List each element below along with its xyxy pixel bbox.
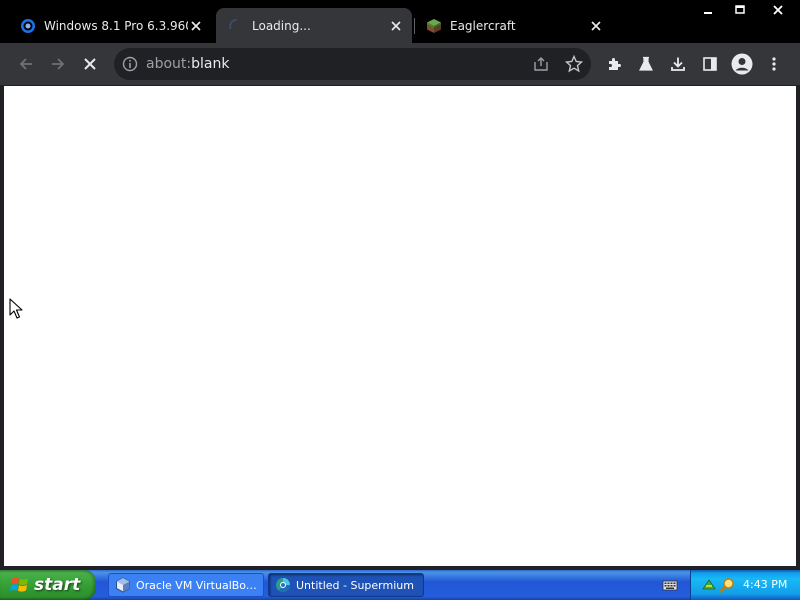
tab-strip: Windows 8.1 Pro 6.3.9600 Loading... Eagl… <box>0 0 800 43</box>
profile-button[interactable] <box>728 50 756 78</box>
mouse-cursor-icon <box>9 298 23 319</box>
close-icon[interactable] <box>588 18 604 34</box>
maximize-button[interactable] <box>724 0 756 20</box>
back-icon <box>19 58 32 70</box>
close-icon[interactable] <box>388 18 404 34</box>
start-button[interactable]: start <box>0 570 96 600</box>
tab-title: Eaglercraft <box>450 18 516 33</box>
windows-activation-icon <box>21 18 35 33</box>
forward-button[interactable] <box>44 50 72 78</box>
address-bar[interactable]: about:blank <box>114 48 591 80</box>
menu-icon <box>772 57 776 71</box>
taskbar-item-virtualbox[interactable]: Oracle VM VirtualBox ... <box>108 573 264 597</box>
virtualbox-icon <box>116 577 130 593</box>
forward-icon <box>52 58 65 70</box>
downloads-button[interactable] <box>664 50 692 78</box>
star-icon[interactable] <box>565 55 583 73</box>
share-icon[interactable] <box>533 56 549 72</box>
url-scheme: about: <box>146 56 192 72</box>
download-icon <box>671 57 685 71</box>
tab-title: Windows 8.1 Pro 6.3.9600 <box>44 18 188 33</box>
taskbar-item-supermium[interactable]: Untitled - Supermium <box>268 573 424 597</box>
close-icon <box>773 5 783 15</box>
extensions-icon <box>609 58 621 70</box>
start-label: start <box>34 575 81 595</box>
stop-button[interactable] <box>76 50 104 78</box>
taskbar-item-label: Oracle VM VirtualBox ... <box>136 578 263 592</box>
extensions-button[interactable] <box>600 50 628 78</box>
menu-button[interactable] <box>760 50 788 78</box>
taskbar: start Oracle VM VirtualBox ... Untitled … <box>0 570 800 600</box>
maximize-icon <box>735 5 745 14</box>
windows-logo-icon <box>10 577 28 592</box>
side-panel-button[interactable] <box>696 50 724 78</box>
clock[interactable]: 4:43 PM <box>743 578 787 591</box>
side-panel-icon <box>703 57 717 71</box>
minimize-icon <box>704 12 712 14</box>
close-window-button[interactable] <box>756 0 800 20</box>
loading-spinner-icon <box>229 18 237 29</box>
system-tray: 4:43 PM <box>690 570 800 600</box>
back-button[interactable] <box>12 50 40 78</box>
taskbar-item-label: Untitled - Supermium <box>296 578 414 592</box>
info-icon[interactable] <box>122 56 138 72</box>
labs-button[interactable] <box>632 50 660 78</box>
tab-windows[interactable]: Windows 8.1 Pro 6.3.9600 <box>0 8 212 43</box>
tab-eaglercraft[interactable]: Eaglercraft <box>414 8 612 43</box>
page-viewport[interactable] <box>4 86 796 566</box>
url-host: blank <box>191 56 230 72</box>
search-icon[interactable] <box>719 577 735 593</box>
minimize-button[interactable] <box>692 0 724 20</box>
profile-icon <box>731 53 753 75</box>
desktop: Windows 8.1 Pro 6.3.9600 Loading... Eagl… <box>0 0 800 600</box>
stop-icon <box>84 58 96 70</box>
labs-flask-icon <box>639 56 653 71</box>
network-icon[interactable] <box>701 577 717 593</box>
tab-loading[interactable]: Loading... <box>216 8 412 43</box>
browser-window: Windows 8.1 Pro 6.3.9600 Loading... Eagl… <box>0 0 800 570</box>
tab-title: Loading... <box>252 18 311 33</box>
address-text[interactable]: about:blank <box>146 56 229 72</box>
browser-toolbar: about:blank <box>0 43 800 85</box>
window-controls <box>692 0 800 20</box>
supermium-icon <box>276 578 291 593</box>
close-icon[interactable] <box>188 18 204 34</box>
keyboard-icon[interactable] <box>662 577 678 593</box>
grass-block-icon <box>427 18 441 33</box>
